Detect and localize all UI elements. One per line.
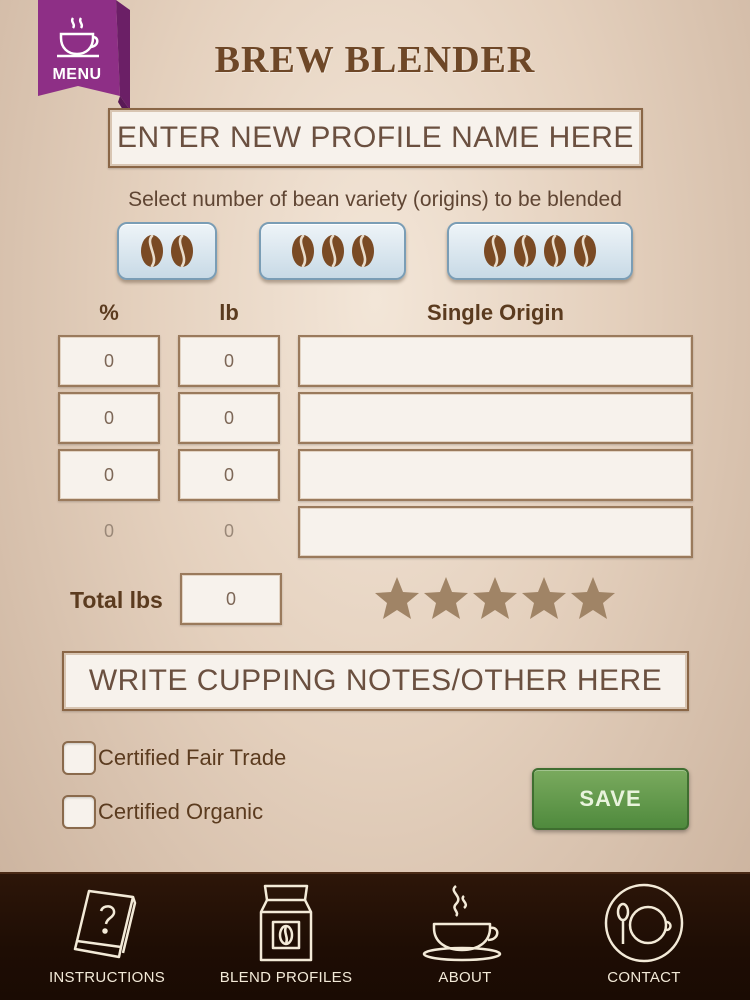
organic-label: Certified Organic <box>98 799 264 824</box>
origin-field-4[interactable] <box>298 506 693 558</box>
percent-field-2[interactable]: 0 <box>58 392 160 444</box>
star-icon[interactable] <box>472 575 518 621</box>
coffee-bean-icon <box>542 233 568 269</box>
star-icon[interactable] <box>423 575 469 621</box>
bean-variety-prompt: Select number of bean variety (origins) … <box>128 188 622 211</box>
coffee-bean-icon <box>320 233 346 269</box>
tab-blend-profiles-label: BLEND PROFILES <box>219 969 353 986</box>
plate-spoon-cup-icon <box>601 882 687 964</box>
star-icon[interactable] <box>570 575 616 621</box>
coffee-bean-icon <box>139 233 165 269</box>
total-lbs-value: 0 <box>180 573 282 625</box>
tab-instructions-label: INSTRUCTIONS <box>48 969 166 986</box>
tab-contact-label: CONTACT <box>607 969 681 986</box>
tab-about[interactable]: ABOUT <box>402 874 528 1000</box>
lb-field-1[interactable]: 0 <box>178 335 280 387</box>
lb-field-3[interactable]: 0 <box>178 449 280 501</box>
coffee-bean-icon <box>169 233 195 269</box>
coffee-bag-icon <box>251 882 321 964</box>
star-icon[interactable] <box>521 575 567 621</box>
percent-column-header: % <box>99 300 119 325</box>
two-origins-button[interactable] <box>117 222 217 280</box>
tab-instructions[interactable]: INSTRUCTIONS <box>40 874 174 1000</box>
profile-name-input[interactable]: ENTER NEW PROFILE NAME HERE <box>108 108 643 168</box>
bottom-tab-bar: INSTRUCTIONS BLEND PROFILES ABOUT CONTAC… <box>0 872 750 1000</box>
fair-trade-label: Certified Fair Trade <box>98 745 287 770</box>
origin-field-3[interactable] <box>298 449 693 501</box>
app-title: BREW BLENDER <box>214 39 536 81</box>
coffee-bean-icon <box>512 233 538 269</box>
origin-field-2[interactable] <box>298 392 693 444</box>
lb-field-2[interactable]: 0 <box>178 392 280 444</box>
tab-about-label: ABOUT <box>438 969 492 986</box>
total-lbs-label: Total lbs <box>70 587 163 613</box>
three-origins-button[interactable] <box>259 222 406 280</box>
rating-stars <box>374 575 616 621</box>
percent-value-4: 0 <box>103 520 114 541</box>
tab-contact[interactable]: CONTACT <box>580 874 708 1000</box>
fair-trade-option[interactable]: Certified Fair Trade <box>62 741 286 775</box>
steaming-cup-icon <box>420 882 510 964</box>
cupping-notes-input[interactable]: WRITE CUPPING NOTES/OTHER HERE <box>62 651 689 711</box>
origin-field-1[interactable] <box>298 335 693 387</box>
coffee-bean-icon <box>350 233 376 269</box>
lb-column-header: lb <box>219 300 239 325</box>
organic-option[interactable]: Certified Organic <box>62 795 263 829</box>
four-origins-button[interactable] <box>447 222 633 280</box>
coffee-bean-icon <box>572 233 598 269</box>
percent-field-1[interactable]: 0 <box>58 335 160 387</box>
fair-trade-checkbox[interactable] <box>62 741 96 775</box>
tab-blend-profiles[interactable]: BLEND PROFILES <box>212 874 360 1000</box>
book-question-icon <box>67 882 147 964</box>
lb-value-4: 0 <box>223 520 234 541</box>
percent-field-3[interactable]: 0 <box>58 449 160 501</box>
star-icon[interactable] <box>374 575 420 621</box>
coffee-bean-icon <box>290 233 316 269</box>
coffee-bean-icon <box>482 233 508 269</box>
save-button[interactable]: SAVE <box>532 768 689 830</box>
single-origin-column-header: Single Origin <box>427 300 564 325</box>
organic-checkbox[interactable] <box>62 795 96 829</box>
